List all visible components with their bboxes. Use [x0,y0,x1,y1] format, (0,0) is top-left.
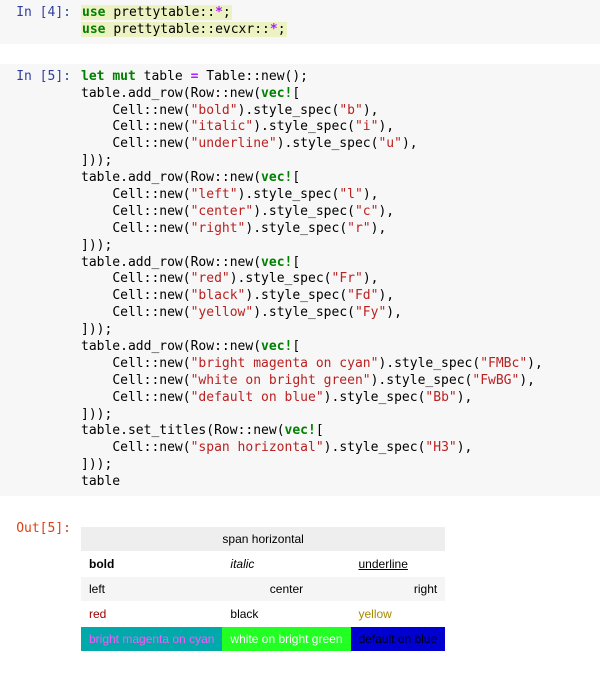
code-area-4[interactable]: use prettytable::*; use prettytable::evc… [81,5,591,39]
table-title-row: span horizontal [81,527,445,552]
cell-black: black [222,602,350,627]
cell-bold: bold [81,552,222,577]
code-5: let mut table = Table::new(); table.add_… [81,69,591,491]
cell-right: right [351,577,446,602]
cell-yellow: yellow [351,602,446,627]
table-title: span horizontal [81,527,445,552]
table-row: bright magenta on cyan white on bright g… [81,627,445,652]
input-cell-5: In [5]: let mut table = Table::new(); ta… [0,64,600,496]
cell-left: left [81,577,222,602]
table-row: red black yellow [81,602,445,627]
output-table: span horizontal bold italic underline le… [81,527,445,652]
prompt-in-4: In [4]: [9,5,81,39]
prompt-out-5: Out[5]: [9,521,81,652]
input-cell-4: In [4]: use prettytable::*; use prettyta… [0,0,600,44]
cell-underline: underline [351,552,446,577]
table-row: left center right [81,577,445,602]
cell-bright-magenta-on-cyan: bright magenta on cyan [81,627,222,652]
output-area-5: span horizontal bold italic underline le… [81,521,591,652]
cell-italic: italic [222,552,350,577]
table-row: bold italic underline [81,552,445,577]
code-area-5[interactable]: let mut table = Table::new(); table.add_… [81,69,591,491]
cell-default-on-blue: default on blue [351,627,446,652]
code-4: use prettytable::*; use prettytable::evc… [81,5,591,39]
cell-red: red [81,602,222,627]
prompt-in-5: In [5]: [9,69,81,491]
cell-white-on-bright-green: white on bright green [222,627,350,652]
output-cell-5: Out[5]: span horizontal bold italic unde… [0,516,600,657]
cell-center: center [222,577,350,602]
